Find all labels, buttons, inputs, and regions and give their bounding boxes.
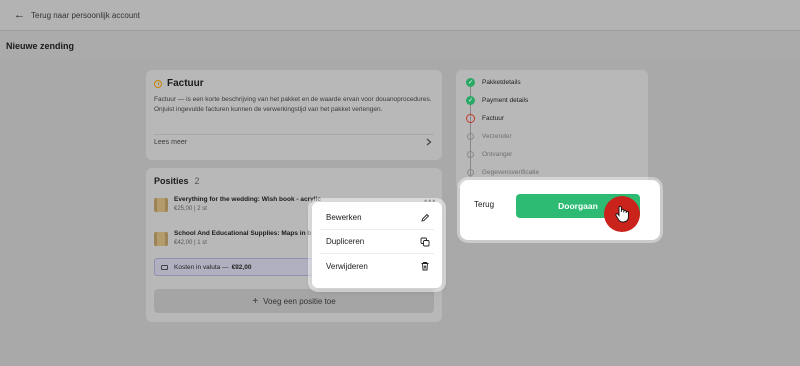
posities-count: 2	[194, 176, 200, 186]
page-title: Nieuwe zending	[0, 30, 800, 60]
kosten-label: Kosten in valuta —	[174, 263, 229, 271]
back-button[interactable]: Terug	[474, 200, 494, 209]
steps-card: ✓ Pakketdetails ✓ Payment details Factuu…	[456, 70, 648, 188]
list-item[interactable]: Everything for the wedding: Wish book - …	[154, 196, 321, 212]
back-to-account-link[interactable]: Terug naar persoonlijk account	[31, 11, 140, 20]
kosten-badge: Kosten in valuta — €92,00	[154, 258, 324, 276]
package-icon	[154, 232, 168, 246]
topbar: ← Terug naar persoonlijk account	[0, 0, 800, 30]
step-label: Gegevensverificatie	[482, 169, 540, 176]
pencil-icon	[421, 213, 430, 222]
factuur-header: Factuur	[154, 78, 434, 89]
menu-item-label: Verwijderen	[326, 261, 368, 271]
posities-title: Posities	[154, 176, 189, 186]
factuur-description: Factuur — is een korte beschrijving van …	[154, 96, 432, 113]
pending-step-icon	[467, 151, 474, 158]
cash-icon	[161, 264, 168, 270]
read-more-link[interactable]: Lees meer	[154, 138, 432, 146]
trash-icon	[421, 262, 429, 271]
step-label: Pakketdetails	[482, 79, 521, 86]
current-step-icon	[466, 114, 475, 123]
add-position-label: Voeg een positie toe	[263, 296, 336, 306]
item-meta: €42,00 | 1 st	[174, 240, 207, 246]
copy-icon	[420, 237, 430, 246]
step-gegevensverificatie: Gegevensverificatie	[466, 169, 539, 176]
check-icon: ✓	[466, 96, 475, 105]
menu-item-label: Dupliceren	[326, 237, 365, 246]
menu-item-duplicate[interactable]: Dupliceren	[320, 230, 434, 254]
factuur-card: Factuur Factuur — is een korte beschrijv…	[146, 70, 442, 160]
item-name: Everything for the wedding: Wish book - …	[174, 196, 321, 203]
step-label: Ontvanger	[482, 151, 513, 158]
info-icon	[154, 79, 162, 88]
step-verzender: Verzender	[466, 133, 512, 140]
step-label: Verzender	[482, 133, 512, 140]
divider	[154, 134, 434, 135]
hand-pointer-icon	[615, 205, 629, 223]
menu-item-delete[interactable]: Verwijderen	[320, 254, 434, 278]
step-label: Payment details	[482, 97, 529, 104]
step-pakketdetails[interactable]: ✓ Pakketdetails	[466, 78, 521, 87]
back-arrow-icon[interactable]: ←	[14, 9, 25, 21]
item-meta: €25,00 | 2 st	[174, 206, 207, 212]
package-icon	[154, 198, 168, 212]
posities-header: Posities 2	[154, 176, 434, 186]
read-more-label: Lees meer	[154, 138, 188, 146]
add-position-button[interactable]: + Voeg een positie toe	[154, 289, 434, 313]
chevron-right-icon	[426, 138, 432, 146]
menu-item-edit[interactable]: Bewerken	[320, 206, 434, 230]
step-factuur[interactable]: Factuur	[466, 114, 504, 123]
context-menu: Bewerken Dupliceren Verwijderen	[312, 202, 442, 288]
pending-step-icon	[467, 169, 474, 176]
kosten-value: €92,00	[231, 263, 252, 271]
pending-step-icon	[467, 133, 474, 140]
item-name: School And Educational Supplies: Maps in…	[174, 230, 312, 237]
step-ontvanger: Ontvanger	[466, 151, 512, 158]
factuur-title: Factuur	[167, 78, 204, 89]
check-icon: ✓	[466, 78, 475, 87]
list-item[interactable]: School And Educational Supplies: Maps in…	[154, 230, 311, 246]
menu-item-label: Bewerken	[326, 213, 362, 222]
plus-icon: +	[252, 295, 259, 307]
cursor-highlight	[604, 196, 640, 232]
step-payment-details[interactable]: ✓ Payment details	[466, 96, 528, 105]
step-label: Factuur	[482, 115, 505, 122]
